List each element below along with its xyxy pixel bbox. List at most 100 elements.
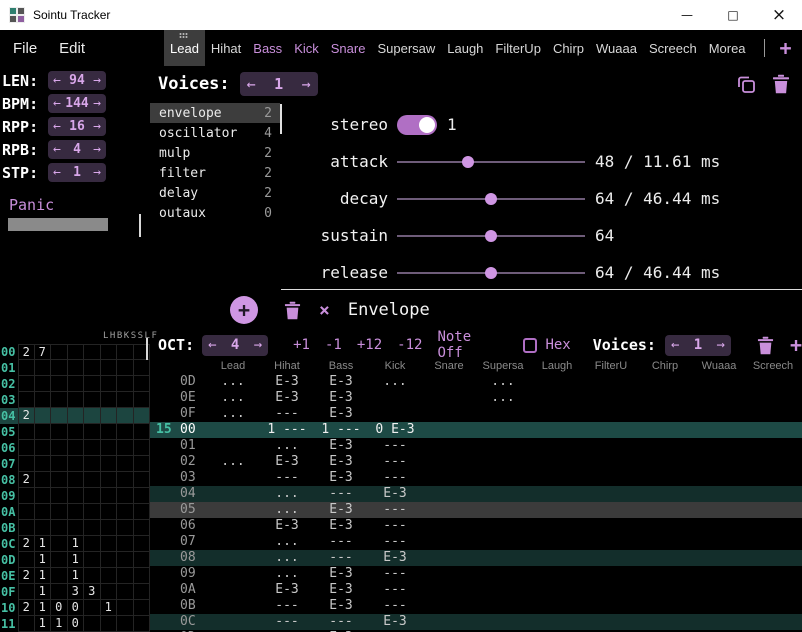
note-cell[interactable] — [206, 518, 260, 534]
sustain-slider[interactable] — [397, 229, 585, 243]
rpp-stepper-increase-arrow[interactable]: → — [93, 120, 101, 133]
instrument-tab-kick[interactable]: Kick — [288, 30, 325, 66]
note-cell[interactable] — [638, 534, 692, 550]
order-cell[interactable] — [68, 456, 85, 472]
order-cell[interactable] — [68, 504, 85, 520]
note-cell[interactable] — [530, 438, 584, 454]
note-cell[interactable] — [692, 406, 746, 422]
disable-unit-button[interactable]: × — [319, 300, 330, 321]
note-cell[interactable] — [746, 598, 800, 614]
add-instrument-button[interactable]: + — [771, 30, 801, 66]
order-cell[interactable]: 2 — [18, 536, 35, 552]
unit-item-filter[interactable]: filter2 — [150, 163, 280, 183]
order-cell[interactable] — [68, 488, 85, 504]
order-cell[interactable] — [134, 392, 151, 408]
note-cell[interactable]: ... — [260, 534, 314, 550]
note-cell[interactable] — [476, 438, 530, 454]
order-cell[interactable] — [68, 408, 85, 424]
note-cell[interactable] — [746, 566, 800, 582]
note-cell[interactable]: ... — [368, 374, 422, 390]
order-cell[interactable] — [84, 504, 101, 520]
order-cell[interactable] — [84, 568, 101, 584]
order-cell[interactable] — [68, 344, 85, 360]
note-cell[interactable] — [422, 534, 476, 550]
note-cell[interactable] — [638, 438, 692, 454]
order-cell[interactable] — [101, 424, 118, 440]
note-cell[interactable] — [206, 534, 260, 550]
note-cell[interactable] — [476, 486, 530, 502]
order-cell[interactable] — [35, 392, 52, 408]
order-cell[interactable] — [84, 456, 101, 472]
order-cell[interactable] — [101, 376, 118, 392]
note-cell[interactable]: E-3 — [314, 518, 368, 534]
instrument-tab-laugh[interactable]: Laugh — [441, 30, 489, 66]
note-cell[interactable] — [584, 582, 638, 598]
note-cell[interactable] — [638, 518, 692, 534]
order-cell[interactable] — [101, 584, 118, 600]
note-cell[interactable]: --- — [314, 614, 368, 630]
add-unit-button[interactable]: + — [230, 296, 258, 324]
note-cell[interactable] — [206, 486, 260, 502]
order-cell[interactable] — [35, 520, 52, 536]
note-cell[interactable]: E-3 — [368, 486, 422, 502]
instrument-tab-chirp[interactable]: Chirp — [547, 30, 590, 66]
note-cell[interactable] — [530, 422, 584, 438]
order-cell[interactable] — [18, 360, 35, 376]
note-cell[interactable] — [422, 406, 476, 422]
song-scrollbar-thumb[interactable] — [139, 214, 141, 237]
order-cell[interactable] — [84, 616, 101, 632]
note-cell[interactable] — [206, 422, 260, 438]
note-cell[interactable]: E-3 — [260, 454, 314, 470]
order-cell[interactable] — [68, 392, 85, 408]
note-cell[interactable]: E-3 — [368, 614, 422, 630]
order-cell[interactable] — [101, 392, 118, 408]
note-cell[interactable] — [476, 566, 530, 582]
note-cell[interactable] — [422, 390, 476, 406]
order-cell[interactable] — [18, 520, 35, 536]
order-cell[interactable] — [101, 456, 118, 472]
order-cell[interactable]: 2 — [18, 408, 35, 424]
order-cell[interactable] — [35, 440, 52, 456]
note-cell[interactable] — [638, 374, 692, 390]
order-cell[interactable] — [51, 408, 68, 424]
order-cell[interactable] — [35, 408, 52, 424]
note-cell[interactable]: E-3 — [260, 390, 314, 406]
order-scrollbar-thumb[interactable] — [146, 338, 148, 360]
note-cell[interactable] — [746, 406, 800, 422]
note-cell[interactable] — [476, 598, 530, 614]
order-cell[interactable] — [35, 456, 52, 472]
order-cell[interactable]: 2 — [18, 344, 35, 360]
order-cell[interactable] — [101, 344, 118, 360]
order-cell[interactable] — [51, 376, 68, 392]
order-cell[interactable]: 2 — [18, 472, 35, 488]
note-cell[interactable] — [206, 550, 260, 566]
note-cell[interactable]: 0 E-3 — [368, 422, 422, 438]
note-cell[interactable]: --- — [260, 406, 314, 422]
unit-item-envelope[interactable]: envelope2 — [150, 103, 280, 123]
order-cell[interactable] — [117, 568, 134, 584]
order-cell[interactable] — [51, 472, 68, 488]
note-cell[interactable]: E-3 — [314, 582, 368, 598]
order-cell[interactable] — [35, 360, 52, 376]
order-cell[interactable] — [51, 424, 68, 440]
order-cell[interactable]: 1 — [35, 552, 52, 568]
order-cell[interactable] — [84, 392, 101, 408]
bpm-stepper-increase-arrow[interactable]: → — [93, 97, 101, 110]
note-cell[interactable]: --- — [368, 566, 422, 582]
order-cell[interactable] — [134, 360, 151, 376]
drag-handle-icon[interactable] — [180, 33, 189, 39]
order-cell[interactable] — [134, 440, 151, 456]
note-cell[interactable] — [746, 422, 800, 438]
note-cell[interactable] — [692, 454, 746, 470]
note-cell[interactable]: E-3 — [260, 374, 314, 390]
order-cell[interactable]: 7 — [35, 344, 52, 360]
order-cell[interactable]: 3 — [84, 584, 101, 600]
note-cell[interactable]: E-3 — [314, 390, 368, 406]
note-cell[interactable] — [530, 502, 584, 518]
order-cell[interactable]: 1 — [35, 568, 52, 584]
note-cell[interactable] — [584, 422, 638, 438]
panic-button[interactable]: Panic — [9, 196, 54, 214]
slider-knob[interactable] — [485, 230, 497, 242]
order-cell[interactable] — [68, 360, 85, 376]
instrument-tab-supersaw[interactable]: Supersaw — [371, 30, 441, 66]
